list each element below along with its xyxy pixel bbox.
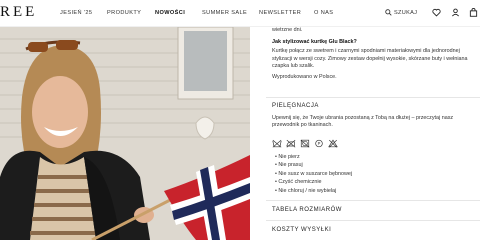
shipping-costs-accordion[interactable]: KOSZTY WYSYŁKI xyxy=(272,227,331,233)
product-description: na zamek oraz napy. Posiada gumkę w kapt… xyxy=(272,20,480,86)
nav-item-summer-sale[interactable]: SUMMER SALE xyxy=(202,10,247,16)
styling-heading: Jak stylizować kurtkę Glu Black? xyxy=(272,38,357,45)
care-section-title[interactable]: PIELĘGNACJA xyxy=(272,103,319,109)
bag-icon[interactable] xyxy=(469,8,478,17)
product-photo xyxy=(0,27,250,240)
user-icon[interactable] xyxy=(451,8,460,17)
care-item: Nie pierz xyxy=(275,153,352,161)
divider xyxy=(266,200,480,201)
search-icon xyxy=(385,9,392,16)
care-instructions: Nie pierz Nie prasuj Nie susz w suszarce… xyxy=(275,153,352,195)
no-wash-icon xyxy=(272,139,282,148)
model-image xyxy=(0,27,250,240)
search-button[interactable]: SZUKAJ xyxy=(385,9,417,16)
care-item: Czyść chemicznie xyxy=(275,178,352,186)
search-label: SZUKAJ xyxy=(394,9,418,16)
nav-item-new[interactable]: NOWOŚCI xyxy=(155,10,185,16)
svg-text:P: P xyxy=(318,141,321,146)
care-item: Nie prasuj xyxy=(275,161,352,169)
nav-item-about[interactable]: O NAS xyxy=(314,10,333,16)
made-in-text: Wyprodukowano w Polsce. xyxy=(272,74,337,81)
nav-item-newsletter[interactable]: NEWSLETTER xyxy=(259,10,301,16)
styling-text: Kurtkę połącz ze swetrem i czarnymi spod… xyxy=(272,48,468,70)
size-table-accordion[interactable]: TABELA ROZMIARÓW xyxy=(272,207,342,213)
nav-item-autumn[interactable]: JESIEŃ '25 xyxy=(60,10,92,16)
nav-item-products[interactable]: PRODUKTY xyxy=(107,10,141,16)
heart-icon[interactable] xyxy=(432,8,441,17)
no-iron-icon xyxy=(286,139,296,148)
dry-clean-icon: P xyxy=(315,139,323,148)
care-item: Nie susz w suszarce bębnowej xyxy=(275,170,352,178)
care-icons: P xyxy=(272,139,338,148)
divider xyxy=(266,220,480,221)
no-bleach-icon xyxy=(328,139,338,148)
brand-logo[interactable]: REE xyxy=(0,4,37,21)
no-tumble-dry-icon xyxy=(300,139,310,148)
care-text: Upewnij się, że Twoje ubrania pozostaną … xyxy=(272,115,454,129)
top-navigation: REE JESIEŃ '25 PRODUKTY NOWOŚCI SUMMER S… xyxy=(0,0,480,27)
divider xyxy=(266,97,480,98)
care-item: Nie chloruj / nie wybielaj xyxy=(275,187,352,195)
